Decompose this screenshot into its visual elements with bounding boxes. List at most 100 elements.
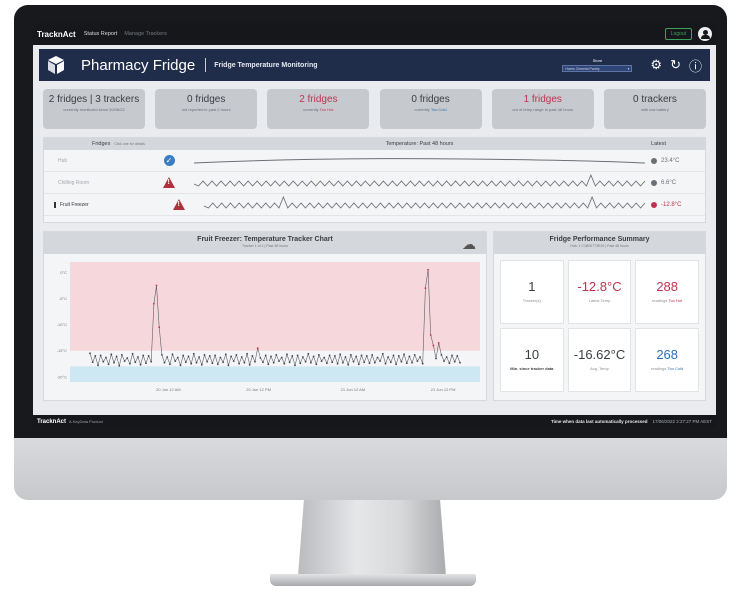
kpi-value: 2 fridges | 3 trackers	[48, 94, 140, 105]
data-point	[275, 354, 278, 356]
latest-temp: -12.8°C	[661, 201, 682, 208]
data-point	[355, 355, 358, 358]
summary-value: 10	[524, 347, 540, 362]
data-point	[102, 360, 105, 363]
data-point	[373, 361, 376, 364]
data-point	[208, 355, 211, 357]
latest-temp: 23.4°C	[661, 157, 680, 164]
data-point	[89, 352, 91, 355]
data-point	[363, 361, 366, 364]
data-point	[443, 360, 445, 362]
data-point	[123, 360, 126, 362]
data-point	[115, 355, 118, 358]
sparkline-chilling-room	[194, 173, 645, 187]
data-point	[216, 363, 219, 366]
data-point	[302, 356, 304, 358]
data-point	[387, 356, 389, 358]
data-point	[379, 360, 381, 362]
data-point	[312, 355, 315, 358]
kpi-card-too-cold[interactable]: 0 fridges currently Too Cold	[379, 89, 482, 129]
data-point	[411, 361, 413, 364]
data-point	[453, 360, 456, 363]
kpi-caption: with low battery	[641, 107, 669, 112]
kpi-row: 2 fridges | 3 trackers currently monitor…	[43, 89, 706, 129]
data-point	[150, 360, 153, 363]
data-point	[432, 344, 435, 347]
data-point	[270, 355, 272, 358]
sparkline-hub	[194, 157, 645, 163]
chevron-down-icon: ▾	[627, 66, 630, 71]
warning-icon	[173, 199, 185, 210]
data-point	[291, 355, 294, 357]
too-hot-band	[70, 262, 480, 351]
data-point	[365, 355, 368, 357]
data-point	[456, 355, 459, 357]
info-icon[interactable]: ⓘ	[689, 56, 702, 75]
data-point	[392, 354, 395, 357]
data-point	[451, 354, 453, 357]
page-title: Pharmacy Fridge	[81, 56, 196, 74]
kpi-card-low-battery[interactable]: 0 trackers with low battery	[603, 89, 706, 129]
too-hot-flag: Too Hot	[319, 107, 334, 112]
data-point	[243, 361, 246, 364]
user-account-icon[interactable]	[698, 27, 712, 41]
data-point	[440, 354, 443, 356]
too-cold-flag: Too Cold	[430, 107, 447, 112]
nav-manage-trackers[interactable]: Manage Trackers	[124, 31, 167, 37]
footer-tagline: A KeyData Product	[69, 419, 103, 424]
kpi-card-too-hot[interactable]: 2 fridges currently Too Hot	[267, 89, 370, 129]
data-point	[232, 360, 235, 362]
summary-value: 268	[656, 347, 679, 362]
check-ok-icon: ✓	[163, 155, 175, 166]
footer-processed-time: 17/06/2022 2:27:27 PM AEST	[652, 419, 712, 424]
data-point	[376, 356, 379, 359]
kpi-value: 0 trackers	[632, 94, 677, 105]
latest-alert-icon	[651, 201, 657, 208]
kpi-card-not-reported[interactable]: 0 fridges not reported in past 2 hours	[155, 89, 258, 129]
data-point	[304, 360, 307, 363]
data-point	[307, 352, 310, 355]
summary-trackers: 1 Tracker(s)	[500, 260, 564, 324]
kpi-caption: currently Too Hot	[303, 107, 334, 112]
settings-gear-icon[interactable]: ⚙	[650, 57, 662, 73]
kpi-card-out-of-range[interactable]: 1 fridges out of temp range in past 48 h…	[491, 89, 594, 129]
data-point	[139, 363, 142, 366]
fridge-row-fruit-freezer[interactable]: Fruit Freezer -12.8°C	[44, 194, 705, 216]
store-select[interactable]: Harris Chemist Pantry ▾	[562, 65, 633, 72]
kpi-card-monitored[interactable]: 2 fridges | 3 trackers currently monitor…	[43, 89, 145, 129]
nav-status-report[interactable]: Status Report	[84, 31, 118, 37]
data-point	[445, 356, 448, 358]
x-tick-label: 20 Jun 12 AM	[156, 387, 180, 392]
footer-brand: TracknAct	[37, 418, 67, 425]
data-point	[352, 360, 355, 363]
summary-label: readings Too Hot	[652, 298, 683, 303]
data-point	[408, 355, 411, 358]
fridge-row-hub[interactable]: Hub ✓ 23.4°C	[44, 150, 705, 172]
performance-summary-panel: Fridge Performance Summary Hub: 1 C1B007…	[493, 231, 706, 401]
data-point	[267, 363, 270, 366]
data-point	[368, 362, 371, 365]
data-point	[145, 362, 147, 365]
brand-name[interactable]: TracknAct	[37, 30, 76, 39]
refresh-icon[interactable]: ↻	[670, 57, 681, 73]
cloud-download-icon[interactable]: ☁	[462, 236, 476, 253]
sparkline-fruit-freezer	[204, 195, 645, 209]
data-point	[198, 356, 201, 358]
page-subtitle: Fridge Temperature Monitoring	[214, 61, 318, 69]
data-point	[137, 356, 139, 358]
data-point	[179, 364, 182, 367]
data-point	[435, 357, 437, 360]
data-point	[155, 284, 158, 287]
summary-label: Tracker(s)	[522, 298, 541, 303]
data-point	[142, 354, 145, 357]
data-point	[166, 356, 169, 358]
chart-subtitle: Tracker 1 of 1 | Past 48 hours	[242, 244, 288, 248]
x-tick-label: 21 Jun 12 PM	[431, 387, 456, 392]
fridge-row-chilling-room[interactable]: Chilling Room 6.6°C	[44, 172, 705, 194]
data-point	[323, 356, 326, 359]
data-point	[318, 354, 320, 356]
logout-button[interactable]: Logout	[664, 28, 692, 40]
data-point	[264, 354, 267, 357]
data-point	[206, 360, 209, 363]
data-point	[405, 362, 408, 365]
